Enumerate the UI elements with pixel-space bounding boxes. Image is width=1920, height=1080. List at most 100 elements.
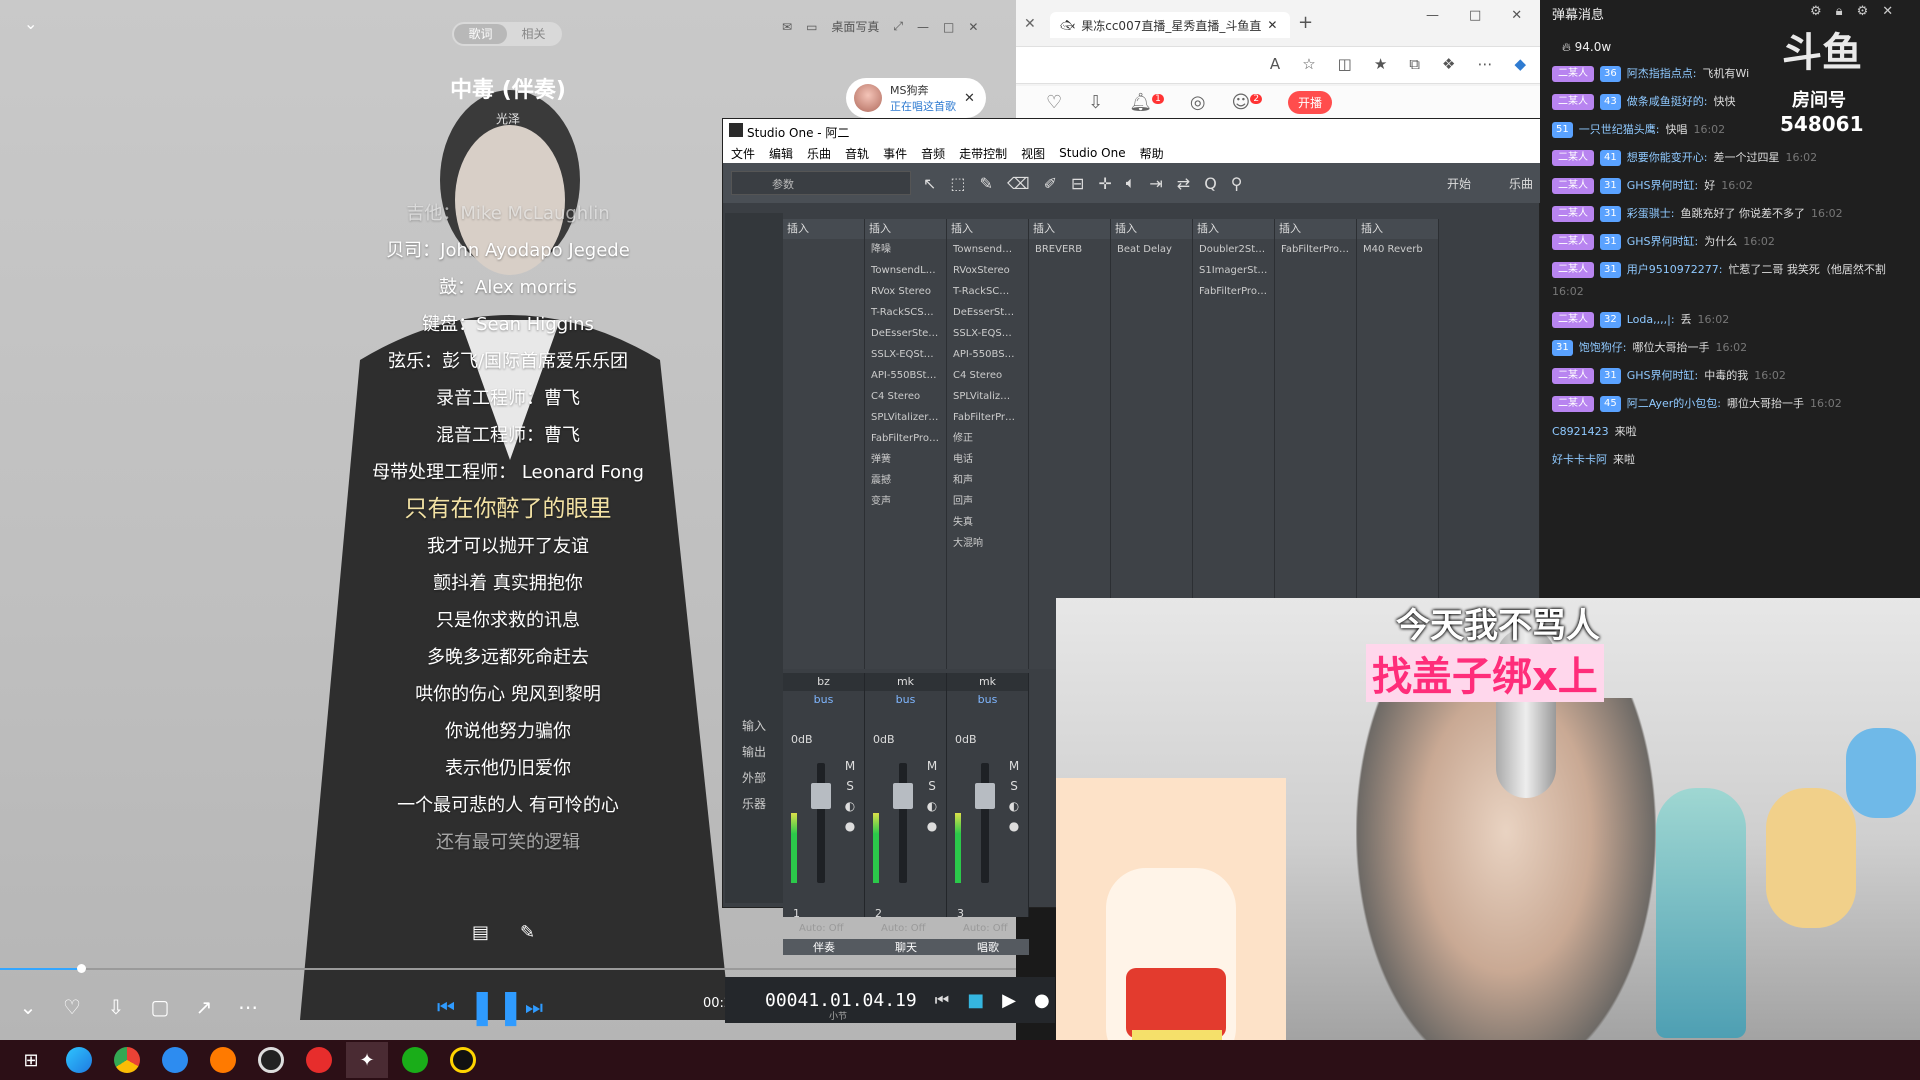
insert-plugin[interactable]: FabFilterPro… — [865, 428, 946, 449]
insert-plugin[interactable]: 修正 — [947, 428, 1028, 449]
download-icon[interactable]: ⇩ — [1088, 92, 1103, 113]
monitor-icon[interactable]: ◐ — [927, 799, 937, 813]
edit-icon[interactable]: ✎ — [520, 922, 535, 943]
fader-handle[interactable] — [893, 783, 913, 809]
menu-item[interactable]: 走带控制 — [959, 145, 1007, 162]
minimize-icon[interactable]: — — [1426, 8, 1439, 23]
search-icon[interactable]: Q — [1204, 174, 1217, 193]
notification-icon[interactable]: 🔔︎ 1 — [1129, 92, 1164, 113]
location-icon[interactable]: ◎ — [1190, 92, 1206, 113]
param-dropdown[interactable]: 参数 — [731, 171, 911, 195]
rewind-icon[interactable]: ⏮ — [935, 990, 949, 1010]
menu-item[interactable]: 事件 — [883, 145, 907, 162]
collections-icon[interactable]: ⧉ — [1409, 55, 1420, 73]
download-icon[interactable]: ⇩ — [94, 995, 138, 1019]
insert-plugin[interactable]: SSLX-EQSt… — [865, 344, 946, 365]
avatar[interactable]: ☺ 2 — [1232, 92, 1263, 113]
channel-bus[interactable]: bus — [783, 691, 864, 709]
menu-item[interactable]: 编辑 — [769, 145, 793, 162]
quantize-icon[interactable]: ⇥ — [1149, 174, 1162, 193]
user-nick[interactable]: 用户9510972277: — [1627, 262, 1723, 278]
eraser-icon[interactable]: ⌫ — [1007, 174, 1030, 193]
split-screen-icon[interactable]: ◫ — [1338, 55, 1352, 73]
comment-icon[interactable]: ▢ — [138, 995, 182, 1019]
insert-plugin[interactable]: SPLVitaliz… — [947, 386, 1028, 407]
address-bar[interactable]: A ☆ ◫ ★ ⧉ ❖ ⋯ ◆ — [1016, 46, 1540, 84]
mail-icon[interactable]: ✉ — [782, 20, 792, 34]
metronome-icon[interactable]: ⚲ — [1231, 174, 1243, 193]
new-tab-icon[interactable]: + — [1298, 12, 1313, 33]
lock-icon[interactable]: 🔒︎ — [1836, 4, 1843, 19]
read-aloud-icon[interactable]: A — [1270, 55, 1280, 73]
close-tab-icon[interactable]: ✕ — [1024, 16, 1036, 32]
more-icon[interactable]: ⋯ — [226, 995, 270, 1019]
insert-plugin[interactable]: 和声 — [947, 470, 1028, 491]
bend-icon[interactable]: ✛ — [1098, 174, 1111, 193]
insert-header[interactable]: 插入 — [1193, 219, 1274, 239]
gear-icon[interactable]: ⚙ — [1857, 4, 1869, 19]
song-tab[interactable]: 乐曲 — [1509, 175, 1533, 192]
insert-plugin[interactable]: API-550BSt… — [865, 365, 946, 386]
close-icon[interactable]: ✕ — [1882, 4, 1893, 19]
fader-track[interactable] — [981, 763, 989, 883]
heart-icon[interactable]: ♡ — [50, 995, 94, 1019]
automation-mode[interactable]: Auto: Off — [881, 923, 926, 934]
qq-icon[interactable] — [442, 1042, 484, 1078]
solo-button[interactable]: S — [846, 779, 854, 793]
lyric-mode-tabs[interactable]: 歌词 相关 — [452, 22, 562, 46]
kugou-icon[interactable] — [154, 1042, 196, 1078]
chevron-down-icon[interactable]: ⌄ — [6, 995, 50, 1019]
copilot-icon[interactable]: ◆ — [1514, 55, 1526, 73]
user-nick[interactable]: 彩蛋骐士: — [1627, 206, 1675, 222]
extensions-icon[interactable]: ❖ — [1442, 55, 1455, 73]
user-nick[interactable]: GHS界何时缸: — [1627, 234, 1698, 250]
monitor-icon[interactable]: ◐ — [1009, 799, 1019, 813]
edge-icon[interactable] — [58, 1042, 100, 1078]
insert-plugin[interactable]: DeEsserSte… — [865, 323, 946, 344]
user-nick[interactable]: Loda,,,,|: — [1627, 312, 1675, 328]
solo-button[interactable]: S — [928, 779, 936, 793]
fader-track[interactable] — [899, 763, 907, 883]
record-arm-icon[interactable]: ● — [845, 819, 855, 833]
insert-plugin[interactable]: SSLX-EQS… — [947, 323, 1028, 344]
user-nick[interactable]: 阿杰指指点点: — [1627, 66, 1697, 82]
range-tool-icon[interactable]: ⬚ — [950, 174, 965, 193]
insert-plugin[interactable]: FabFilterPro… — [1275, 239, 1356, 260]
wechat-icon[interactable] — [394, 1042, 436, 1078]
insert-header[interactable]: 插入 — [1111, 219, 1192, 239]
automation-mode[interactable]: Auto: Off — [963, 923, 1008, 934]
insert-header[interactable]: 插入 — [783, 219, 864, 239]
sidebar-item-input[interactable]: 输入 — [725, 713, 783, 739]
tab-related[interactable]: 相关 — [507, 24, 560, 44]
insert-plugin[interactable]: 弹簧 — [865, 449, 946, 470]
record-icon[interactable]: ● — [1034, 990, 1050, 1011]
favorite-icon[interactable]: ☆ — [1302, 55, 1315, 73]
channel-label[interactable]: 唱歌 — [947, 939, 1029, 955]
play-icon[interactable]: ▶ — [1002, 990, 1016, 1011]
channel-bus[interactable]: bus — [947, 691, 1028, 709]
insert-plugin[interactable]: FabFilterPr… — [947, 407, 1028, 428]
insert-plugin[interactable]: 震撼 — [865, 470, 946, 491]
monitor-icon[interactable]: ◐ — [845, 799, 855, 813]
desktop-lyrics-icon[interactable]: ▭ — [806, 20, 817, 34]
user-nick[interactable]: C8921423 — [1552, 424, 1609, 440]
share-icon[interactable]: ↗ — [182, 995, 226, 1019]
tab-lyrics[interactable]: 歌词 — [454, 24, 507, 44]
fader-handle[interactable] — [811, 783, 831, 809]
fullscreen-icon[interactable]: ⤢ — [893, 19, 903, 34]
mute-button[interactable]: M — [927, 759, 937, 773]
menu-item[interactable]: 音频 — [921, 145, 945, 162]
sidebar-item-external[interactable]: 外部 — [725, 765, 783, 791]
insert-plugin[interactable]: DeEsserSt… — [947, 302, 1028, 323]
stop-icon[interactable]: ■ — [967, 990, 984, 1011]
previous-icon[interactable]: ⏮ — [424, 995, 468, 1019]
fader-handle[interactable] — [975, 783, 995, 809]
insert-plugin[interactable]: S1ImagerSt… — [1193, 260, 1274, 281]
studio-one-icon[interactable]: ✦ — [346, 1042, 388, 1078]
channel-label[interactable]: 聊天 — [865, 939, 947, 955]
start-live-button[interactable]: 开播 — [1288, 90, 1333, 114]
insert-plugin[interactable]: C4 Stereo — [947, 365, 1028, 386]
mute-button[interactable]: M — [845, 759, 855, 773]
more-icon[interactable]: ⋯ — [1477, 55, 1492, 73]
insert-header[interactable]: 插入 — [1275, 219, 1356, 239]
